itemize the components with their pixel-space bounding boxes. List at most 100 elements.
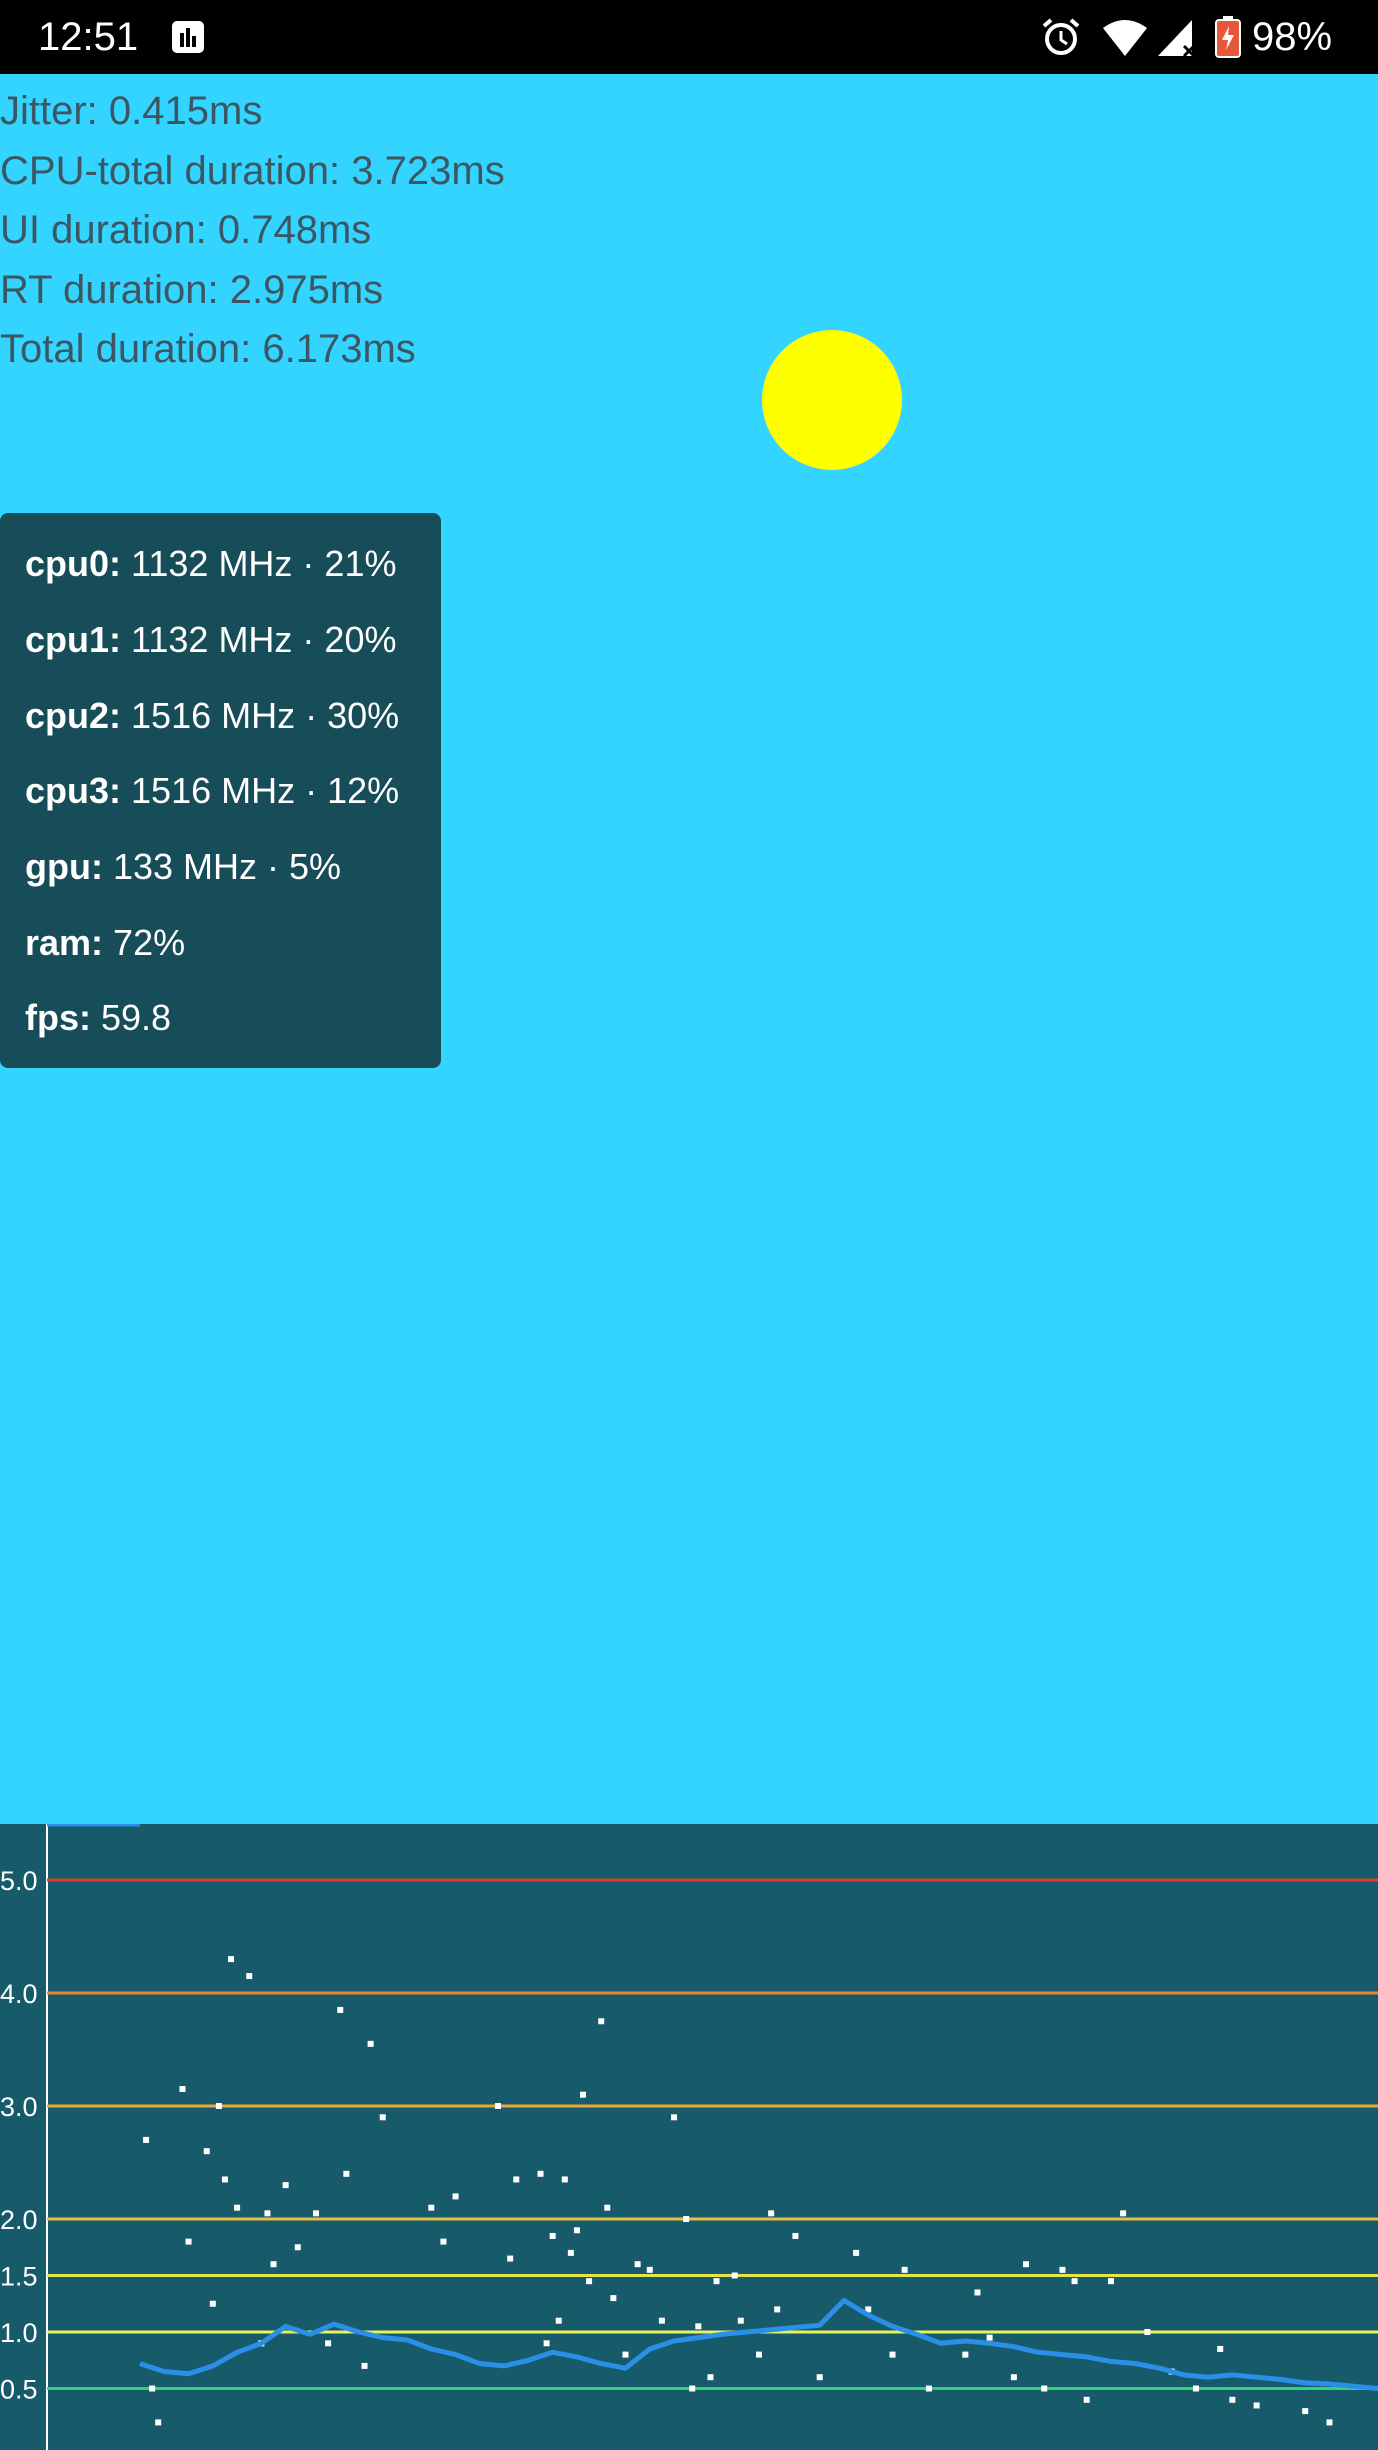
hud-value: 1516 MHz · 12% (131, 770, 400, 811)
frame-time-point (561, 2176, 568, 2183)
frame-time-point (925, 2385, 932, 2392)
frame-time-point (228, 1956, 235, 1963)
hud-value: 59.8 (101, 997, 172, 1038)
hud-value: 1132 MHz · 20% (131, 619, 397, 660)
frame-time-point (671, 2114, 678, 2121)
frame-time-point (816, 2374, 823, 2381)
hud-key: ram: (25, 922, 104, 963)
hud-key: fps: (25, 997, 91, 1038)
frame-time-point (695, 2323, 702, 2330)
frame-time-point (246, 1973, 253, 1980)
frame-time-point (567, 2249, 574, 2256)
frame-time-point (1071, 2278, 1078, 2285)
cell-signal-icon (1158, 20, 1196, 58)
hud-key: cpu0: (25, 543, 122, 584)
frame-time-point (573, 2227, 580, 2234)
y-tick-label: 4.0 (0, 1979, 38, 2009)
frame-time-point (179, 2086, 186, 2093)
frame-time-point (325, 2340, 332, 2347)
frame-time-point (149, 2385, 156, 2392)
frame-time-point (604, 2204, 611, 2211)
frame-time-point (367, 2040, 374, 2047)
y-tick-label: 3.0 (0, 2092, 38, 2122)
frame-time-point (495, 2103, 502, 2109)
app-notification-icon (172, 21, 204, 53)
frame-time-point (507, 2255, 514, 2262)
frame-time-chart: 5.0 4.0 3.0 2.0 1.5 1.0 0.5 (0, 1824, 1378, 2450)
frame-time-point (361, 2362, 368, 2369)
performance-hud-panel: cpu0: 1132 MHz · 21% cpu1: 1132 MHz · 20… (0, 513, 441, 1068)
wifi-icon (1103, 20, 1147, 56)
frame-time-point (622, 2351, 629, 2358)
frame-time-point (962, 2351, 969, 2358)
frame-time-point (537, 2170, 544, 2177)
frame-time-point (646, 2266, 653, 2273)
frame-time-point (737, 2317, 744, 2324)
frame-time-point (215, 2103, 222, 2109)
frame-time-point (889, 2351, 896, 2358)
animated-ball (762, 330, 902, 470)
frame-time-point (683, 2216, 690, 2222)
frame-time-point (270, 2261, 277, 2268)
jitter-stat: Jitter: 0.415ms (0, 89, 263, 133)
frame-time-point (312, 2210, 319, 2217)
frame-time-point (986, 2334, 993, 2341)
frame-time-point (203, 2148, 210, 2155)
frame-time-point (792, 2232, 799, 2239)
hud-value: 133 MHz · 5% (112, 846, 342, 887)
frame-time-point (1253, 2402, 1260, 2409)
frame-time-point (221, 2176, 228, 2183)
battery-charging-icon (1215, 16, 1241, 58)
y-tick-label: 1.0 (0, 2318, 38, 2348)
frame-time-point (658, 2317, 665, 2324)
hud-row-cpu3: cpu3: 1516 MHz · 12% (25, 769, 399, 813)
y-tick-label: 0.5 (0, 2375, 38, 2405)
frame-time-point (185, 2238, 192, 2245)
frame-time-point (1059, 2266, 1066, 2273)
frame-time-point (634, 2261, 641, 2268)
frame-time-graph: 5.0 4.0 3.0 2.0 1.5 1.0 0.5 (0, 1824, 1378, 2450)
frame-time-point (1326, 2419, 1333, 2426)
frame-time-point (549, 2232, 556, 2239)
frame-time-point (379, 2114, 386, 2121)
ui-duration-stat: UI duration: 0.748ms (0, 208, 372, 252)
frame-time-point (294, 2244, 301, 2251)
battery-percentage: 98% (1252, 15, 1333, 59)
hud-key: cpu2: (25, 695, 122, 736)
frame-time-point (1010, 2374, 1017, 2381)
hud-row-fps: fps: 59.8 (25, 996, 171, 1040)
total-duration-stat: Total duration: 6.173ms (0, 327, 416, 371)
hud-row-gpu: gpu: 133 MHz · 5% (25, 845, 341, 889)
hud-key: gpu: (25, 846, 103, 887)
rt-duration-stat: RT duration: 2.975ms (0, 267, 384, 312)
frame-time-point (1217, 2345, 1224, 2352)
frame-time-point (1302, 2408, 1309, 2415)
frame-time-point (707, 2374, 714, 2381)
frame-time-point (143, 2136, 150, 2143)
cpu-total-duration-stat: CPU-total duration: 3.723ms (0, 148, 505, 193)
frame-time-point (1192, 2385, 1199, 2392)
frame-time-point (853, 2249, 860, 2256)
frame-time-point (440, 2238, 447, 2245)
frame-time-point (513, 2176, 520, 2183)
y-tick-label: 2.0 (0, 2205, 38, 2235)
frame-time-point (713, 2278, 720, 2285)
status-bar: 12:51 98% (0, 0, 1378, 74)
hud-value: 1516 MHz · 30% (131, 695, 400, 736)
frame-time-point (580, 2091, 587, 2098)
hud-key: cpu1: (25, 619, 122, 660)
hud-value: 1132 MHz · 21% (131, 543, 397, 584)
frame-time-point (689, 2385, 696, 2392)
frame-time-point (452, 2193, 459, 2200)
frame-time-point (731, 2272, 738, 2279)
frame-time-point (756, 2351, 762, 2358)
frame-time-point (598, 2018, 605, 2025)
frame-time-point (264, 2210, 271, 2217)
frame-time-point (901, 2266, 908, 2273)
hud-row-cpu2: cpu2: 1516 MHz · 30% (25, 694, 399, 738)
frame-time-point (1023, 2261, 1030, 2268)
frame-time-point (337, 2006, 344, 2013)
hud-key: cpu3: (25, 770, 122, 811)
frame-stats: Jitter: 0.415ms CPU-total duration: 3.72… (0, 82, 505, 380)
frame-time-point (282, 2182, 289, 2189)
